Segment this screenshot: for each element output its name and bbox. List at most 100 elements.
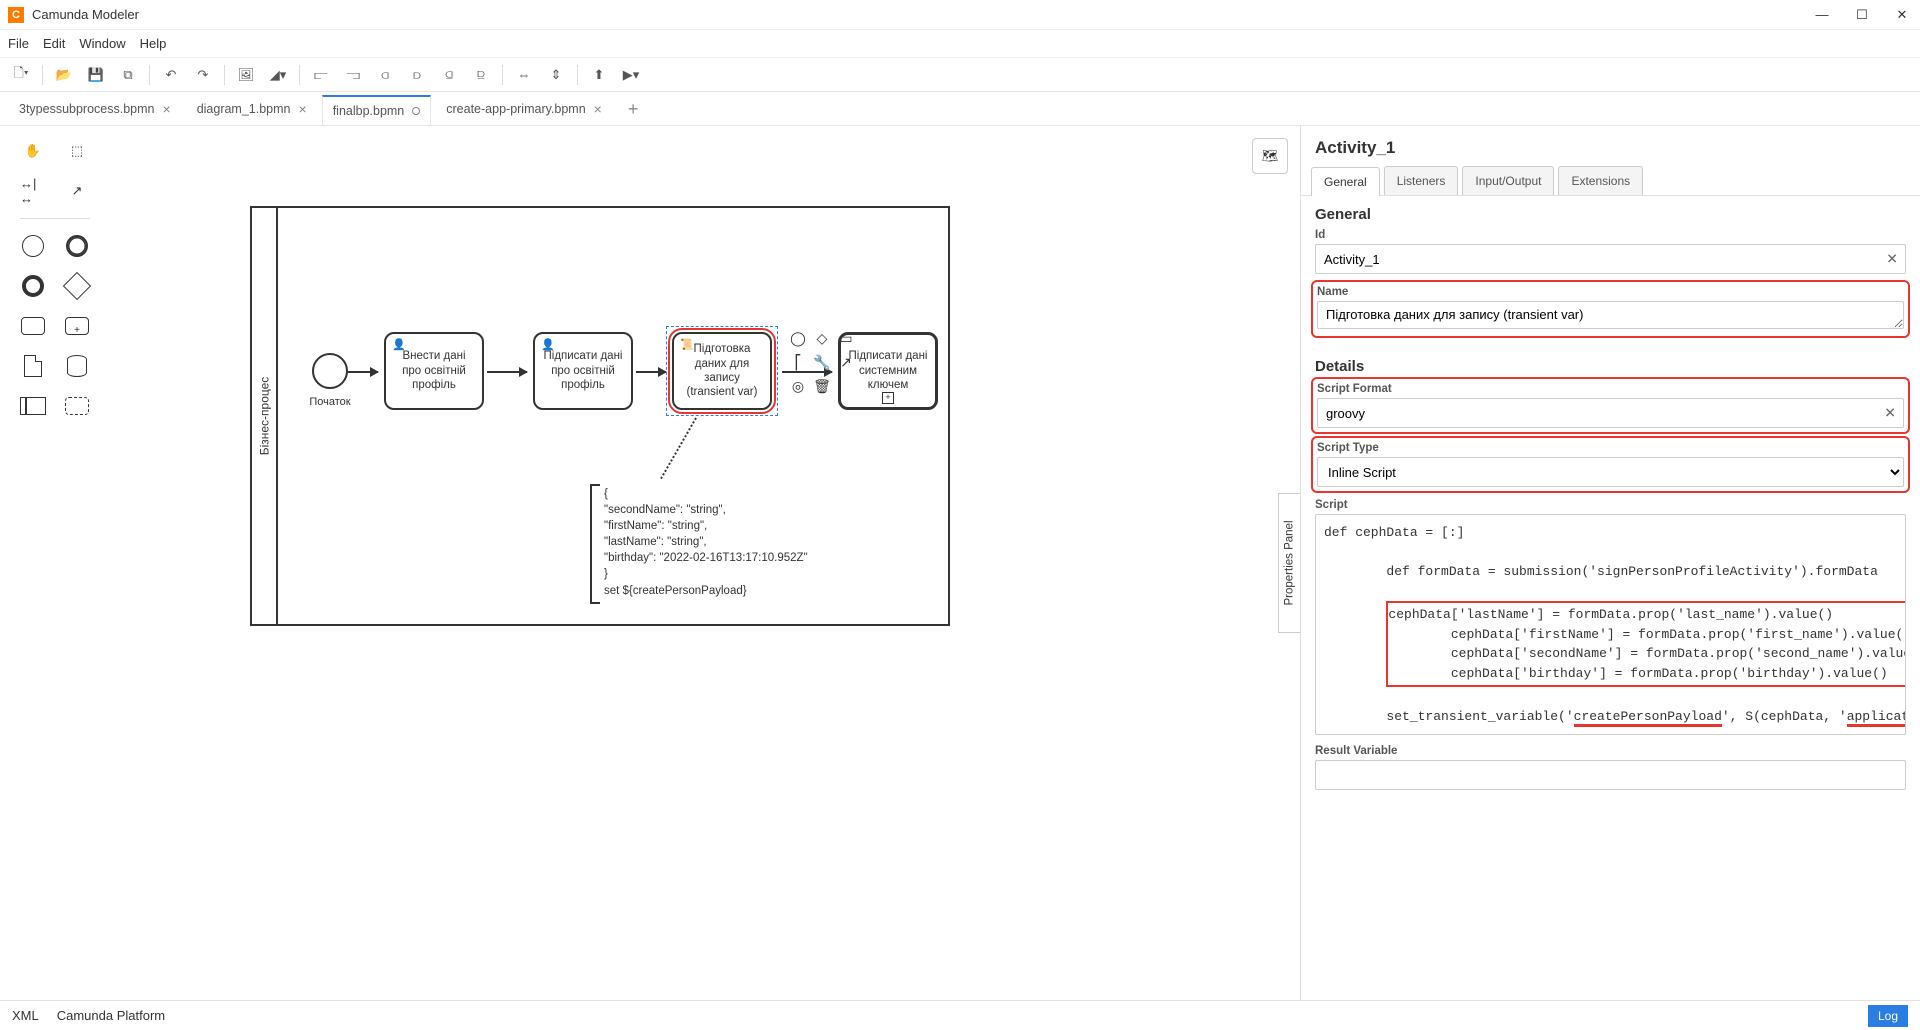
cp-intermediate-icon[interactable]: ◎ — [788, 376, 808, 396]
cp-connect-icon[interactable]: ↗ — [836, 352, 856, 372]
file-tab-3[interactable]: create-app-primary.bpmn × — [435, 94, 613, 124]
align-top-icon[interactable]: ⫐ — [406, 64, 428, 86]
run-icon[interactable]: ▶▾ — [620, 64, 642, 86]
id-input[interactable] — [1315, 244, 1906, 274]
start-event[interactable] — [312, 353, 348, 389]
user-task-1[interactable]: 👤 Внести дані про освітній профіль — [384, 332, 484, 410]
minimap-button[interactable]: 🗺 — [1252, 138, 1288, 174]
redo-icon[interactable]: ↷ — [192, 64, 214, 86]
window-controls: — ☐ ✕ — [1812, 7, 1912, 23]
sequence-flow[interactable] — [348, 371, 378, 373]
cp-delete-icon[interactable]: 🗑 — [812, 376, 832, 396]
cp-end-event-icon[interactable]: ◯ — [788, 328, 808, 348]
props-tab-extensions[interactable]: Extensions — [1558, 166, 1643, 195]
script-format-input[interactable] — [1317, 398, 1904, 428]
align-center-v-icon[interactable]: ⫑ — [438, 64, 460, 86]
result-variable-input[interactable] — [1315, 760, 1906, 790]
script-line: cephData['birthday'] = formData.prop('bi… — [1451, 666, 1888, 681]
menu-help[interactable]: Help — [140, 36, 167, 51]
file-tab-2[interactable]: finalbp.bpmn — [322, 95, 432, 125]
file-tab-0[interactable]: 3typessubprocess.bpmn × — [8, 94, 182, 124]
text-annotation[interactable]: { "secondName": "string", "firstName": "… — [604, 486, 844, 599]
open-file-icon[interactable]: 📂 — [53, 64, 75, 86]
log-button[interactable]: Log — [1868, 1005, 1908, 1027]
close-icon[interactable]: × — [163, 101, 171, 117]
highlight-box: cephData['lastName'] = formData.prop('la… — [1386, 601, 1906, 687]
palette-divider — [20, 218, 90, 219]
sequence-flow[interactable] — [636, 371, 666, 373]
undo-icon[interactable]: ↶ — [160, 64, 182, 86]
clear-icon[interactable]: ✕ — [1884, 405, 1896, 422]
cp-annotation-icon[interactable]: ⎡ — [788, 352, 808, 372]
result-variable-label: Result Variable — [1315, 745, 1906, 757]
pool-label[interactable]: Бізнес-процес — [252, 208, 278, 624]
close-icon[interactable]: × — [594, 101, 602, 117]
group-icon[interactable] — [64, 393, 90, 419]
intermediate-event-icon[interactable] — [64, 233, 90, 259]
status-bar: XML Camunda Platform Log — [0, 1000, 1920, 1030]
start-event-icon[interactable] — [20, 233, 46, 259]
align-left-icon[interactable]: ⫍ — [310, 64, 332, 86]
save-icon[interactable]: 💾 — [85, 64, 107, 86]
props-tabs: General Listeners Input/Output Extension… — [1301, 166, 1920, 196]
hand-tool-icon[interactable]: ✋ — [20, 138, 46, 164]
menu-file[interactable]: File — [8, 36, 29, 51]
lasso-tool-icon[interactable]: ⬚ — [64, 138, 90, 164]
menu-window[interactable]: Window — [79, 36, 125, 51]
association[interactable] — [660, 418, 697, 480]
save-all-icon[interactable]: ⧉ — [117, 64, 139, 86]
script-type-select[interactable]: Inline Script — [1317, 457, 1904, 487]
field-script-type: Script Type Inline Script — [1315, 440, 1906, 489]
user-task-2[interactable]: 👤 Підписати дані про освітній профіль — [533, 332, 633, 410]
bpmn-pool[interactable]: Бізнес-процес Початок 👤 Внести дані про … — [250, 206, 950, 626]
props-tab-general[interactable]: General — [1311, 167, 1380, 196]
close-button[interactable]: ✕ — [1892, 7, 1912, 23]
props-tab-listeners[interactable]: Listeners — [1384, 166, 1459, 195]
connect-tool-icon[interactable]: ↗ — [64, 178, 90, 204]
data-object-icon[interactable] — [20, 353, 46, 379]
script-textarea[interactable]: def cephData = [:] def formData = submis… — [1315, 514, 1906, 735]
script-task-selected[interactable]: 📜 Підготовка даних для запису (transient… — [672, 332, 772, 410]
end-event-icon[interactable] — [20, 273, 46, 299]
divider — [577, 65, 578, 85]
align-right-icon[interactable]: ⫏ — [374, 64, 396, 86]
status-platform[interactable]: Camunda Platform — [57, 1008, 165, 1023]
script-format-label: Script Format — [1317, 383, 1904, 395]
field-script-format: Script Format ✕ — [1315, 381, 1906, 430]
maximize-button[interactable]: ☐ — [1852, 7, 1872, 23]
gateway-icon[interactable] — [64, 273, 90, 299]
align-bottom-icon[interactable]: ⫒ — [470, 64, 492, 86]
props-header: Activity_1 — [1301, 126, 1920, 166]
sequence-flow[interactable] — [487, 371, 527, 373]
file-tab-1[interactable]: diagram_1.bpmn × — [186, 94, 318, 124]
color-icon[interactable]: ◢▾ — [267, 64, 289, 86]
menu-edit[interactable]: Edit — [43, 36, 65, 51]
name-input[interactable]: Підготовка даних для запису (transient v… — [1317, 301, 1904, 329]
distribute-v-icon[interactable]: ⇕ — [545, 64, 567, 86]
annotation-line: } — [604, 566, 844, 582]
align-center-h-icon[interactable]: ⫎ — [342, 64, 364, 86]
cp-wrench-icon[interactable]: 🔧 — [812, 352, 832, 372]
text-annotation-bracket — [590, 484, 600, 604]
clear-icon[interactable]: ✕ — [1886, 251, 1898, 268]
deploy-icon[interactable]: ⬆ — [588, 64, 610, 86]
canvas[interactable]: 🗺 Properties Panel Бізнес-процес Початок… — [110, 126, 1300, 1000]
cp-task-icon[interactable]: ▭ — [836, 328, 856, 348]
dirty-indicator — [412, 107, 420, 115]
pool-icon[interactable] — [20, 393, 46, 419]
data-store-icon[interactable] — [64, 353, 90, 379]
space-tool-icon[interactable]: ↔|↔ — [20, 178, 46, 204]
status-xml[interactable]: XML — [12, 1008, 39, 1023]
close-icon[interactable]: × — [299, 101, 307, 117]
properties-panel-toggle[interactable]: Properties Panel — [1278, 493, 1300, 633]
task-icon[interactable] — [20, 313, 46, 339]
image-icon[interactable]: 🖼 — [235, 64, 257, 86]
minimize-button[interactable]: — — [1812, 7, 1832, 23]
new-tab-button[interactable]: + — [617, 94, 650, 124]
new-file-icon[interactable]: 🗋▾ — [10, 64, 32, 86]
divider — [299, 65, 300, 85]
cp-gateway-icon[interactable]: ◇ — [812, 328, 832, 348]
subprocess-icon[interactable] — [64, 313, 90, 339]
distribute-h-icon[interactable]: ⇔ — [513, 64, 535, 86]
props-tab-io[interactable]: Input/Output — [1462, 166, 1554, 195]
